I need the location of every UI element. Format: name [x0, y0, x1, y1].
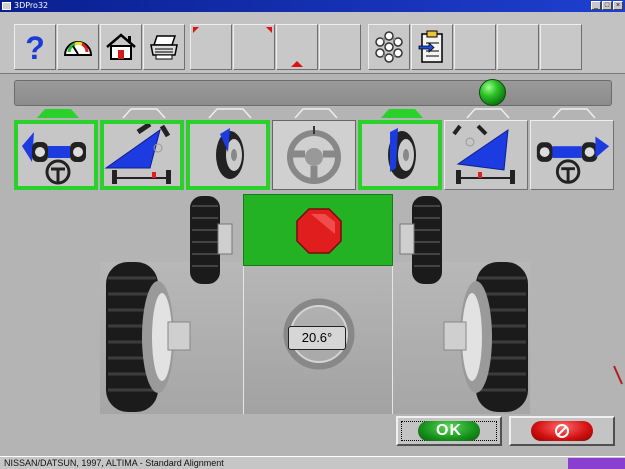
step-tab-7: [551, 107, 597, 119]
app-window: 3DPro32 _ □ × ? 20.6° OK NISSAN/DATSUN, …: [0, 0, 625, 469]
clipboard-button[interactable]: [411, 24, 453, 70]
printer-icon: [150, 35, 178, 60]
toolbar-blank-4[interactable]: [319, 24, 361, 70]
rear-right-tire-icon: [399, 196, 442, 284]
left-turn-wheel-icon: [388, 128, 416, 179]
front-right-tire-icon: [443, 262, 528, 412]
step-caster-sweep[interactable]: [444, 120, 528, 190]
step-steering-wheel[interactable]: [272, 120, 356, 190]
front-axle-icon: [536, 136, 610, 184]
step-tab-1: [35, 107, 81, 119]
toolbar-blank-2[interactable]: [233, 24, 275, 70]
print-button[interactable]: [143, 24, 185, 70]
red-corner-icon: [266, 27, 272, 33]
no-entry-icon: [555, 424, 569, 438]
step-tab-row: [0, 106, 625, 120]
help-button[interactable]: ?: [14, 24, 56, 70]
toolbar-blank-1[interactable]: [190, 24, 232, 70]
wrench-icon: [613, 365, 623, 385]
question-mark-icon: ?: [25, 30, 45, 65]
title-bar: 3DPro32 _ □ ×: [0, 0, 625, 12]
thrust-angle-icon: [104, 124, 171, 184]
ok-label: OK: [418, 421, 480, 441]
progress-strip: [14, 80, 612, 106]
vehicle-info: NISSAN/DATSUN, 1997, ALTIMA - Standard A…: [4, 458, 224, 468]
gauge-button[interactable]: [57, 24, 99, 70]
maximize-button[interactable]: □: [602, 1, 612, 10]
right-turn-wheel-icon: [216, 128, 244, 179]
window-controls: _ □ ×: [591, 1, 623, 10]
front-left-tire-icon: [106, 262, 191, 412]
gauge-icon: [63, 41, 93, 56]
settings-button[interactable]: [368, 24, 410, 70]
cancel-pill: [531, 421, 593, 441]
step-left-wheel-turn[interactable]: [358, 120, 442, 190]
toolbar-blank-6[interactable]: [497, 24, 539, 70]
steering-wheel-icon: [287, 126, 341, 184]
rear-axle-icon: [22, 132, 86, 185]
stop-indicator-panel: [243, 194, 393, 266]
clipboard-arrow-icon: [418, 30, 443, 63]
alignment-scene: 20.6°: [100, 192, 530, 414]
status-bar: NISSAN/DATSUN, 1997, ALTIMA - Standard A…: [0, 456, 625, 469]
step-tab-4: [293, 107, 339, 119]
caster-sweep-icon: [452, 124, 515, 184]
red-corner-icon: [193, 27, 199, 33]
ok-button[interactable]: OK: [396, 416, 502, 446]
toolbar-blank-7[interactable]: [540, 24, 582, 70]
toolbar: ?: [0, 12, 625, 74]
svg-text:?: ?: [25, 30, 45, 65]
step-right-wheel-turn[interactable]: [186, 120, 270, 190]
rear-left-tire-icon: [190, 196, 233, 284]
step-thrust-angle[interactable]: [100, 120, 184, 190]
close-button[interactable]: ×: [613, 1, 623, 10]
minimize-button[interactable]: _: [591, 1, 601, 10]
step-tab-3: [207, 107, 253, 119]
step-tab-5: [379, 107, 425, 119]
step-front-axle[interactable]: [530, 120, 614, 190]
cancel-button[interactable]: [509, 416, 615, 446]
toolbar-blank-3[interactable]: [276, 24, 318, 70]
step-tab-6: [465, 107, 511, 119]
alignment-steps: [14, 120, 624, 192]
steer-angle-readout: 20.6°: [288, 326, 346, 350]
window-title: 3DPro32: [14, 1, 49, 10]
step-tab-2: [121, 107, 167, 119]
molecule-icon: [375, 31, 403, 63]
app-icon: [2, 2, 11, 10]
home-icon: [106, 33, 136, 60]
step-rear-axle[interactable]: [14, 120, 98, 190]
status-indicator-light: [479, 79, 506, 106]
status-bar-indicator: [568, 458, 625, 469]
home-button[interactable]: [100, 24, 142, 70]
toolbar-blank-5[interactable]: [454, 24, 496, 70]
stop-sign-icon: [296, 208, 342, 254]
red-arrows-icon: [291, 61, 303, 67]
